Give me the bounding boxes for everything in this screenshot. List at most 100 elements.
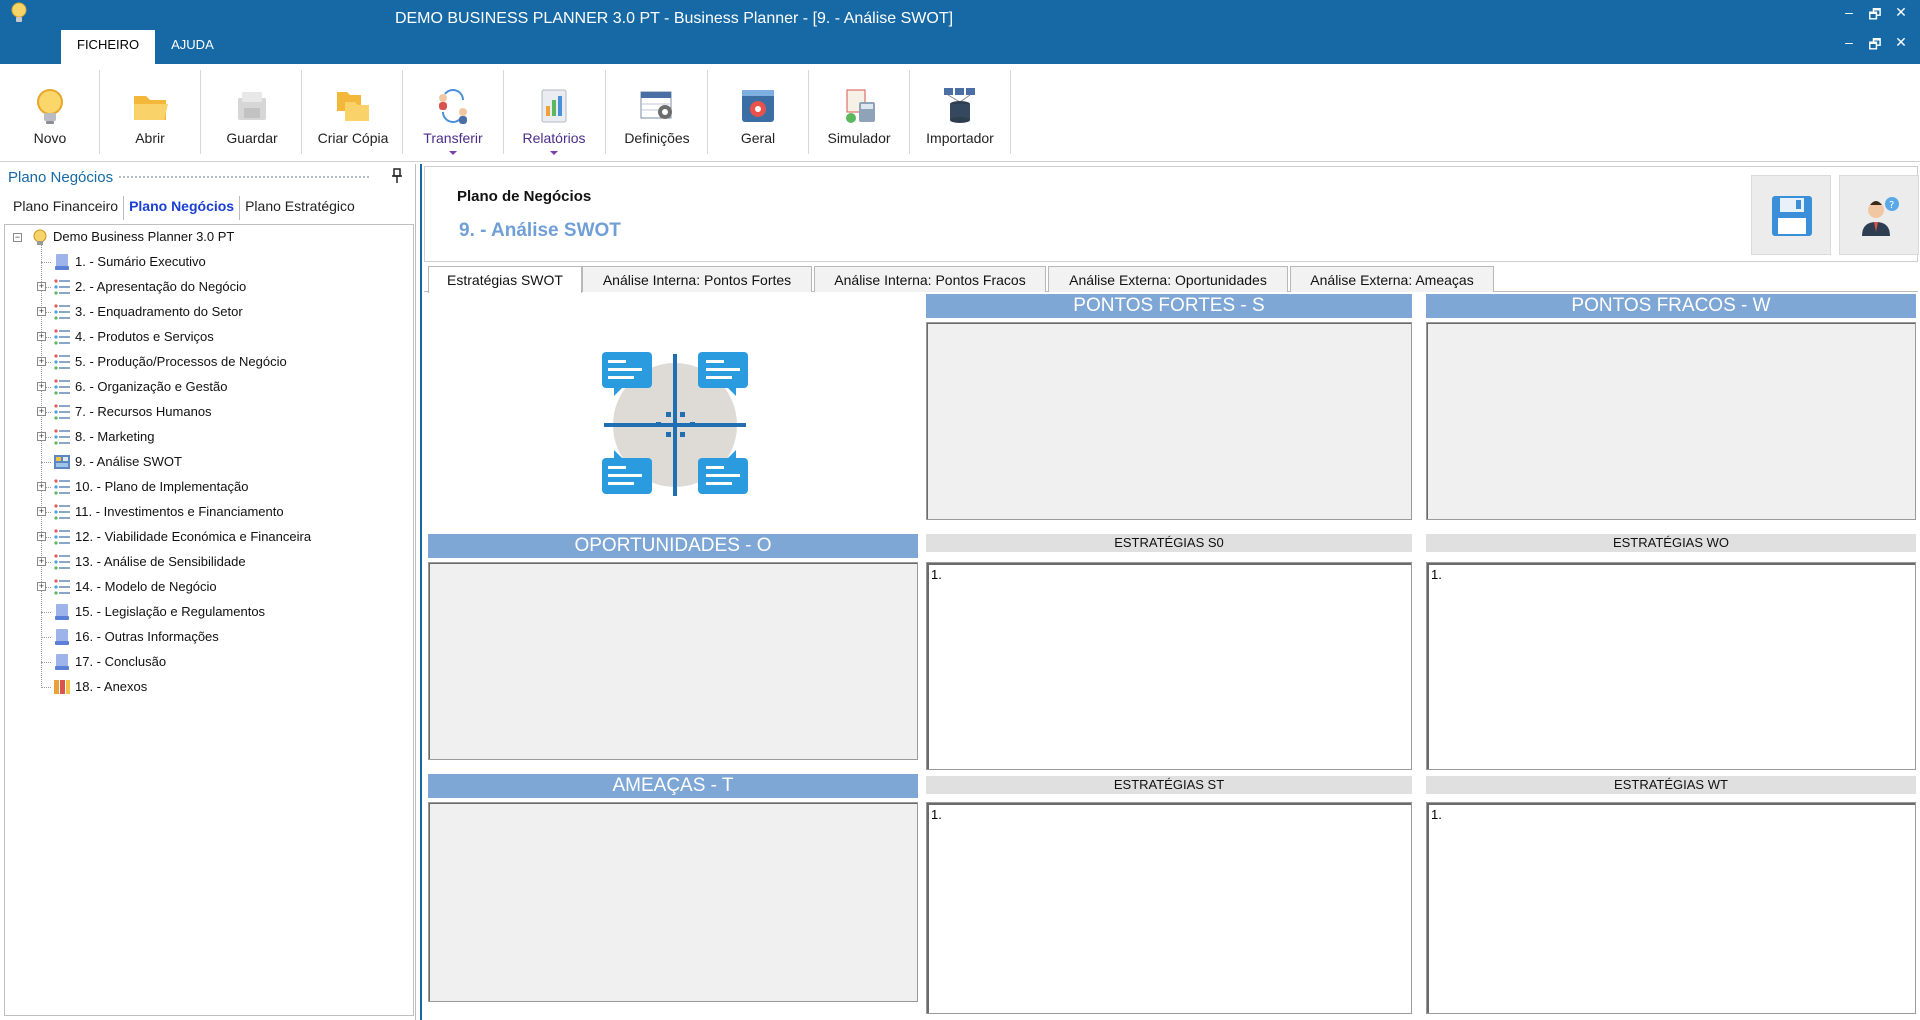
tree-expand-icon[interactable]: + (37, 407, 46, 416)
help-consultant-button[interactable]: ? (1839, 175, 1919, 255)
document-subtitle: 9. - Análise SWOT (459, 220, 621, 241)
tree-item[interactable]: 14. - Modelo de Negócio (75, 576, 217, 598)
list-icon (54, 429, 70, 445)
tab-pontos-fortes[interactable]: Análise Interna: Pontos Fortes (582, 266, 812, 292)
tab-plano-estrategico[interactable]: Plano Estratégico (240, 196, 360, 220)
tree-item[interactable]: 3. - Enquadramento do Setor (75, 301, 243, 323)
tree-item[interactable]: 10. - Plano de Implementação (75, 476, 248, 498)
document-header: Plano de Negócios 9. - Análise SWOT ? (424, 166, 1919, 262)
panel-drag-grip[interactable] (118, 175, 370, 180)
list-icon (54, 404, 70, 420)
attachments-icon (54, 680, 70, 694)
tree-branch-line (41, 262, 51, 263)
so-strategies-label: ESTRATÉGIAS S0 (926, 534, 1412, 552)
tree-expand-icon[interactable]: + (37, 482, 46, 491)
tree-expand-icon[interactable]: + (37, 507, 46, 516)
tree-item[interactable]: 11. - Investimentos e Financiamento (75, 501, 284, 523)
tree-expand-icon[interactable]: + (37, 332, 46, 341)
tree-expand-icon[interactable]: + (37, 582, 46, 591)
document-title: Plano de Negócios (457, 188, 592, 205)
tree-expand-icon[interactable]: + (37, 282, 46, 291)
threats-list[interactable] (428, 802, 918, 1002)
tab-ameacas[interactable]: Análise Externa: Ameaças (1290, 266, 1494, 292)
transfer-dropdown-icon (449, 151, 457, 155)
tree-item[interactable]: 12. - Viabilidade Económica e Financeira (75, 526, 311, 548)
tree-branch-line (41, 687, 51, 688)
consultant-help-icon: ? (1862, 197, 1899, 236)
tab-plano-financeiro[interactable]: Plano Financeiro (8, 196, 125, 220)
tree-item[interactable]: 16. - Outras Informações (75, 626, 219, 648)
tree-item[interactable]: 4. - Produtos e Serviços (75, 326, 214, 348)
tree-item[interactable]: 8. - Marketing (75, 426, 154, 448)
tree-item[interactable]: 2. - Apresentação do Negócio (75, 276, 246, 298)
tab-pontos-fracos[interactable]: Análise Interna: Pontos Fracos (814, 266, 1046, 292)
importer-button[interactable]: Importador (910, 68, 1010, 158)
tree-expand-icon[interactable]: + (37, 307, 46, 316)
general-button[interactable]: Geral (708, 68, 808, 158)
reports-button[interactable]: Relatórios (504, 68, 604, 158)
new-button[interactable]: Novo (0, 68, 100, 158)
list-icon (54, 279, 70, 295)
open-button[interactable]: Abrir (100, 68, 200, 158)
transfer-button[interactable]: Transferir (403, 68, 503, 158)
title-bar: DEMO BUSINESS PLANNER 3.0 PT - Business … (0, 0, 1920, 64)
menu-tab-ficheiro[interactable]: FICHEIRO (61, 30, 156, 64)
menu-tab-ajuda[interactable]: AJUDA (155, 30, 230, 64)
ribbon-separator (200, 70, 201, 154)
doc-restore-button[interactable]: 🗗 (1864, 34, 1886, 58)
tree-expand-icon[interactable]: + (37, 557, 46, 566)
opportunities-list[interactable] (428, 562, 918, 760)
settings-button[interactable]: Definições (607, 68, 707, 158)
tree-root-label[interactable]: Demo Business Planner 3.0 PT (53, 226, 234, 248)
swot-illustration-icon (602, 352, 748, 496)
tree-item[interactable]: 5. - Produção/Processos de Negócio (75, 351, 287, 373)
so-strategies-textarea[interactable]: 1. (926, 562, 1412, 770)
list-icon (54, 379, 70, 395)
ribbon-separator (301, 70, 302, 154)
tree-item[interactable]: 15. - Legislação e Regulamentos (75, 601, 265, 623)
restore-button[interactable]: 🗗 (1864, 4, 1886, 28)
doc-close-button[interactable]: ✕ (1890, 34, 1912, 51)
doc-minimize-button[interactable]: – (1838, 34, 1860, 50)
page-icon (55, 254, 69, 270)
page-icon (55, 629, 69, 645)
st-strategies-textarea[interactable]: 1. (926, 802, 1412, 1014)
left-panel-tabs: Plano Financeiro Plano Negócios Plano Es… (8, 196, 360, 220)
importer-button-label: Importador (926, 130, 994, 146)
simulator-button[interactable]: Simulador (809, 68, 909, 158)
tree-expand-icon[interactable]: + (37, 432, 46, 441)
tree-expand-icon[interactable]: + (37, 532, 46, 541)
save-disabled-icon (238, 92, 266, 120)
tree-expand-icon[interactable]: + (37, 357, 46, 366)
tree-item[interactable]: 1. - Sumário Executivo (75, 251, 206, 273)
opportunities-header: OPORTUNIDADES - O (428, 534, 918, 558)
strengths-list[interactable] (926, 322, 1412, 520)
create-copy-button-label: Criar Cópia (317, 130, 389, 146)
tree-item[interactable]: 17. - Conclusão (75, 651, 166, 673)
tree-expand-icon[interactable]: + (37, 382, 46, 391)
page-icon (55, 604, 69, 620)
tree-collapse-icon[interactable]: − (13, 233, 22, 242)
tree-item[interactable]: 6. - Organização e Gestão (75, 376, 227, 398)
tab-estrategias-swot[interactable]: Estratégias SWOT (428, 266, 582, 293)
wo-strategies-textarea[interactable]: 1. (1426, 562, 1916, 770)
minimize-button[interactable]: – (1838, 4, 1860, 20)
tree-item[interactable]: 9. - Análise SWOT (75, 451, 182, 473)
save-button[interactable]: Guardar (202, 68, 302, 158)
save-button-label: Guardar (226, 130, 278, 146)
tree-item[interactable]: 13. - Análise de Sensibilidade (75, 551, 246, 573)
weaknesses-list[interactable] (1426, 322, 1916, 520)
st-strategies-label: ESTRATÉGIAS ST (926, 776, 1412, 794)
new-button-label: Novo (33, 130, 67, 146)
tree-item[interactable]: 18. - Anexos (75, 676, 147, 698)
tree-branch-line (41, 662, 51, 663)
close-button[interactable]: ✕ (1890, 4, 1912, 21)
create-copy-button[interactable]: Criar Cópia (303, 68, 403, 158)
reports-chart-icon (541, 89, 567, 123)
save-document-button[interactable] (1751, 175, 1831, 255)
wt-strategies-textarea[interactable]: 1. (1426, 802, 1916, 1014)
tab-oportunidades[interactable]: Análise Externa: Oportunidades (1048, 266, 1288, 292)
tree-item[interactable]: 7. - Recursos Humanos (75, 401, 212, 423)
tab-plano-negocios[interactable]: Plano Negócios (124, 196, 241, 220)
pin-icon[interactable] (390, 168, 404, 184)
